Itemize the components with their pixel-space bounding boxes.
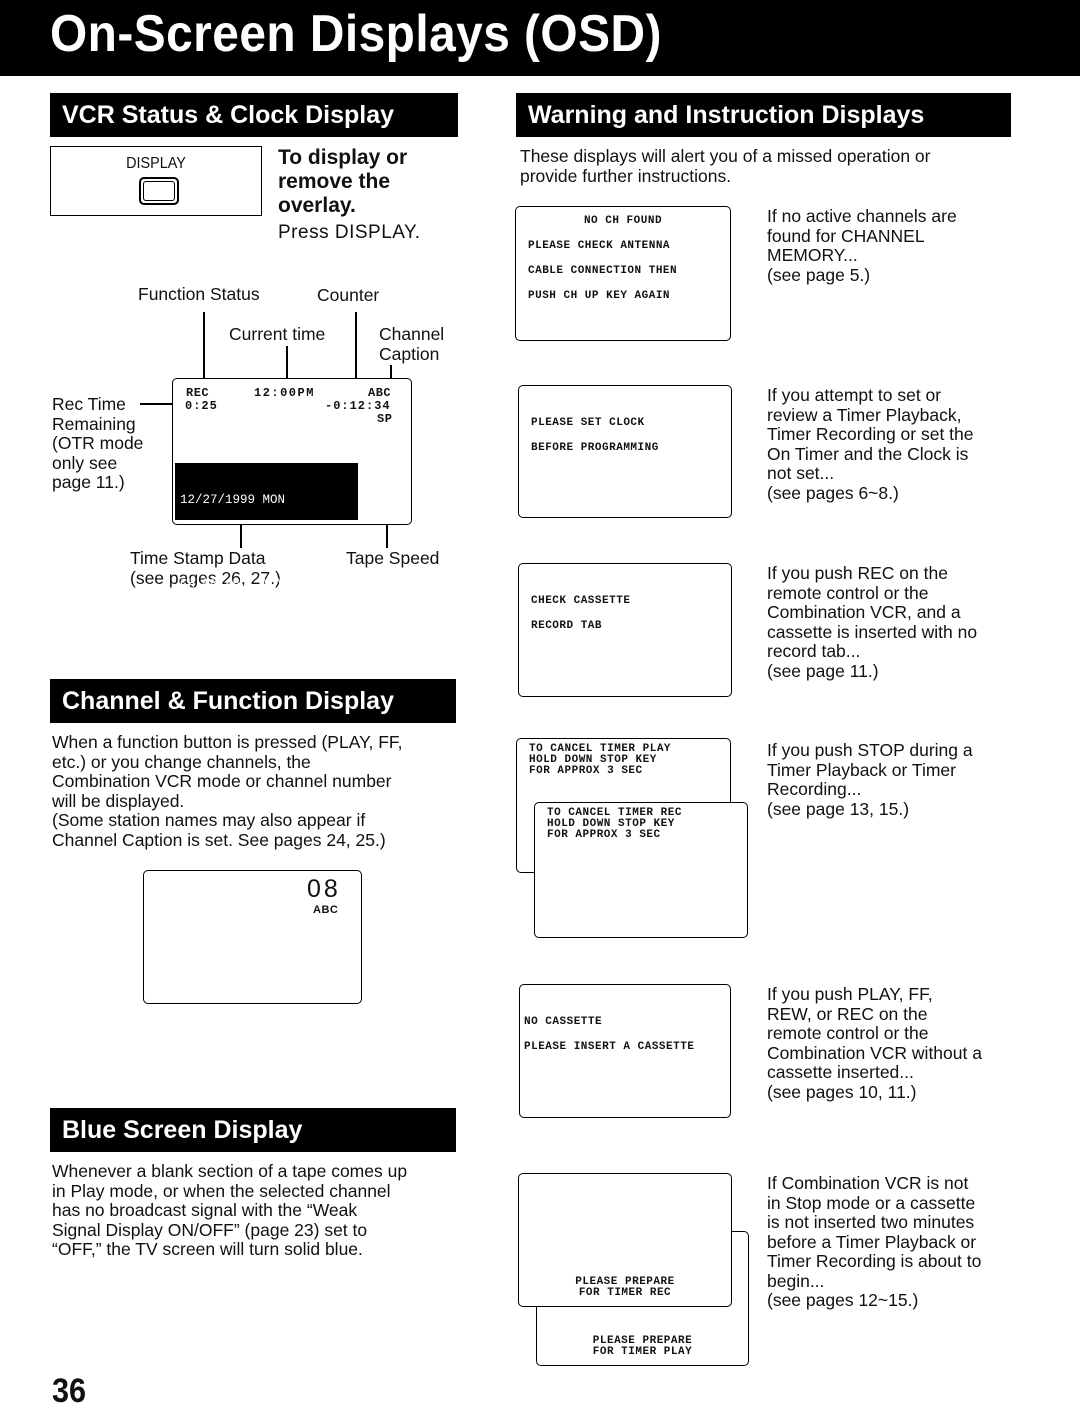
warnings-heading: Warning and Instruction Displays — [516, 93, 1011, 137]
osd-line: FOR APPROX 3 SEC — [529, 765, 643, 777]
osd-channel-caption: ABC — [313, 904, 339, 916]
osd-line: FOR TIMER PLAY — [592, 1346, 693, 1358]
page-number: 36 — [52, 1372, 87, 1410]
osd-line: NO CH FOUND — [583, 215, 663, 227]
osd-line: FOR APPROX 3 SEC — [547, 829, 661, 841]
display-button-panel: DISPLAY — [50, 146, 262, 216]
display-button-label: DISPLAY — [126, 155, 186, 172]
warning-description: If you push PLAY, FF, REW, or REC on the… — [767, 984, 982, 1102]
timestamp-line: CH 08 ABC MOVIE — [180, 577, 301, 591]
osd-line: PLEASE SET CLOCK — [531, 417, 645, 429]
osd-line: PUSH CH UP KEY AGAIN — [528, 290, 671, 302]
warning-description: If you push STOP during a Timer Playback… — [767, 740, 973, 819]
osd-timestamp-block: 12/27/1999 MON 12:00PM - 1:00PM CH 08 AB… — [175, 463, 358, 633]
osd-line: PLEASE CHECK ANTENNA — [528, 240, 671, 252]
label-tape-speed: Tape Speed — [346, 548, 440, 568]
blue-screen-heading: Blue Screen Display — [50, 1108, 456, 1152]
osd-clock: 12:00PM — [254, 386, 315, 400]
warning-description: If Combination VCR is not in Stop mode o… — [767, 1173, 982, 1310]
warning-description: If you attempt to set or review a Timer … — [767, 385, 974, 503]
channel-function-heading: Channel & Function Display — [50, 679, 456, 723]
instruction-title: To display or remove the overlay. — [278, 146, 408, 217]
osd-line: PLEASE INSERT A CASSETTE — [524, 1041, 695, 1053]
osd-line: NO CASSETTE — [524, 1016, 603, 1028]
label-current-time: Current time — [229, 324, 326, 344]
instruction-body: Press DISPLAY. — [278, 222, 421, 243]
callout-line-rec-remaining — [140, 403, 175, 405]
label-function-status: Function Status — [138, 284, 260, 304]
osd-line: BEFORE PROGRAMMING — [531, 442, 659, 454]
label-counter: Counter — [317, 285, 380, 305]
osd-line: FOR TIMER REC — [578, 1287, 672, 1299]
page-title: On-Screen Displays (OSD) — [50, 5, 662, 63]
osd-line: RECORD TAB — [531, 620, 603, 632]
channel-function-body: When a function button is pressed (PLAY,… — [52, 732, 403, 850]
blue-screen-body: Whenever a blank section of a tape comes… — [52, 1161, 408, 1259]
osd-rec-remaining: 0:25 — [185, 399, 218, 413]
display-button-icon — [139, 177, 179, 205]
vcr-status-heading: VCR Status & Clock Display — [50, 93, 458, 137]
osd-channel-number: 08 — [307, 875, 341, 903]
osd-line: CHECK CASSETTE — [531, 595, 631, 607]
label-rec-time-remaining: Rec Time Remaining (OTR mode only see pa… — [52, 394, 144, 492]
warnings-intro: These displays will alert you of a misse… — [520, 146, 931, 186]
page-title-bar: On-Screen Displays (OSD) — [0, 0, 1080, 76]
label-channel-caption: Channel Caption — [379, 324, 445, 364]
timestamp-line: 12/27/1999 MON — [180, 493, 286, 507]
osd-speed: SP — [377, 412, 393, 426]
warning-description: If you push REC on the remote control or… — [767, 563, 978, 681]
timestamp-line: MEMORIAL MOVIE — [180, 619, 286, 633]
warning-description: If no active channels are found for CHAN… — [767, 206, 957, 285]
osd-line: CABLE CONNECTION THEN — [528, 265, 678, 277]
timestamp-line: 12:00PM - 1:00PM — [180, 535, 308, 549]
